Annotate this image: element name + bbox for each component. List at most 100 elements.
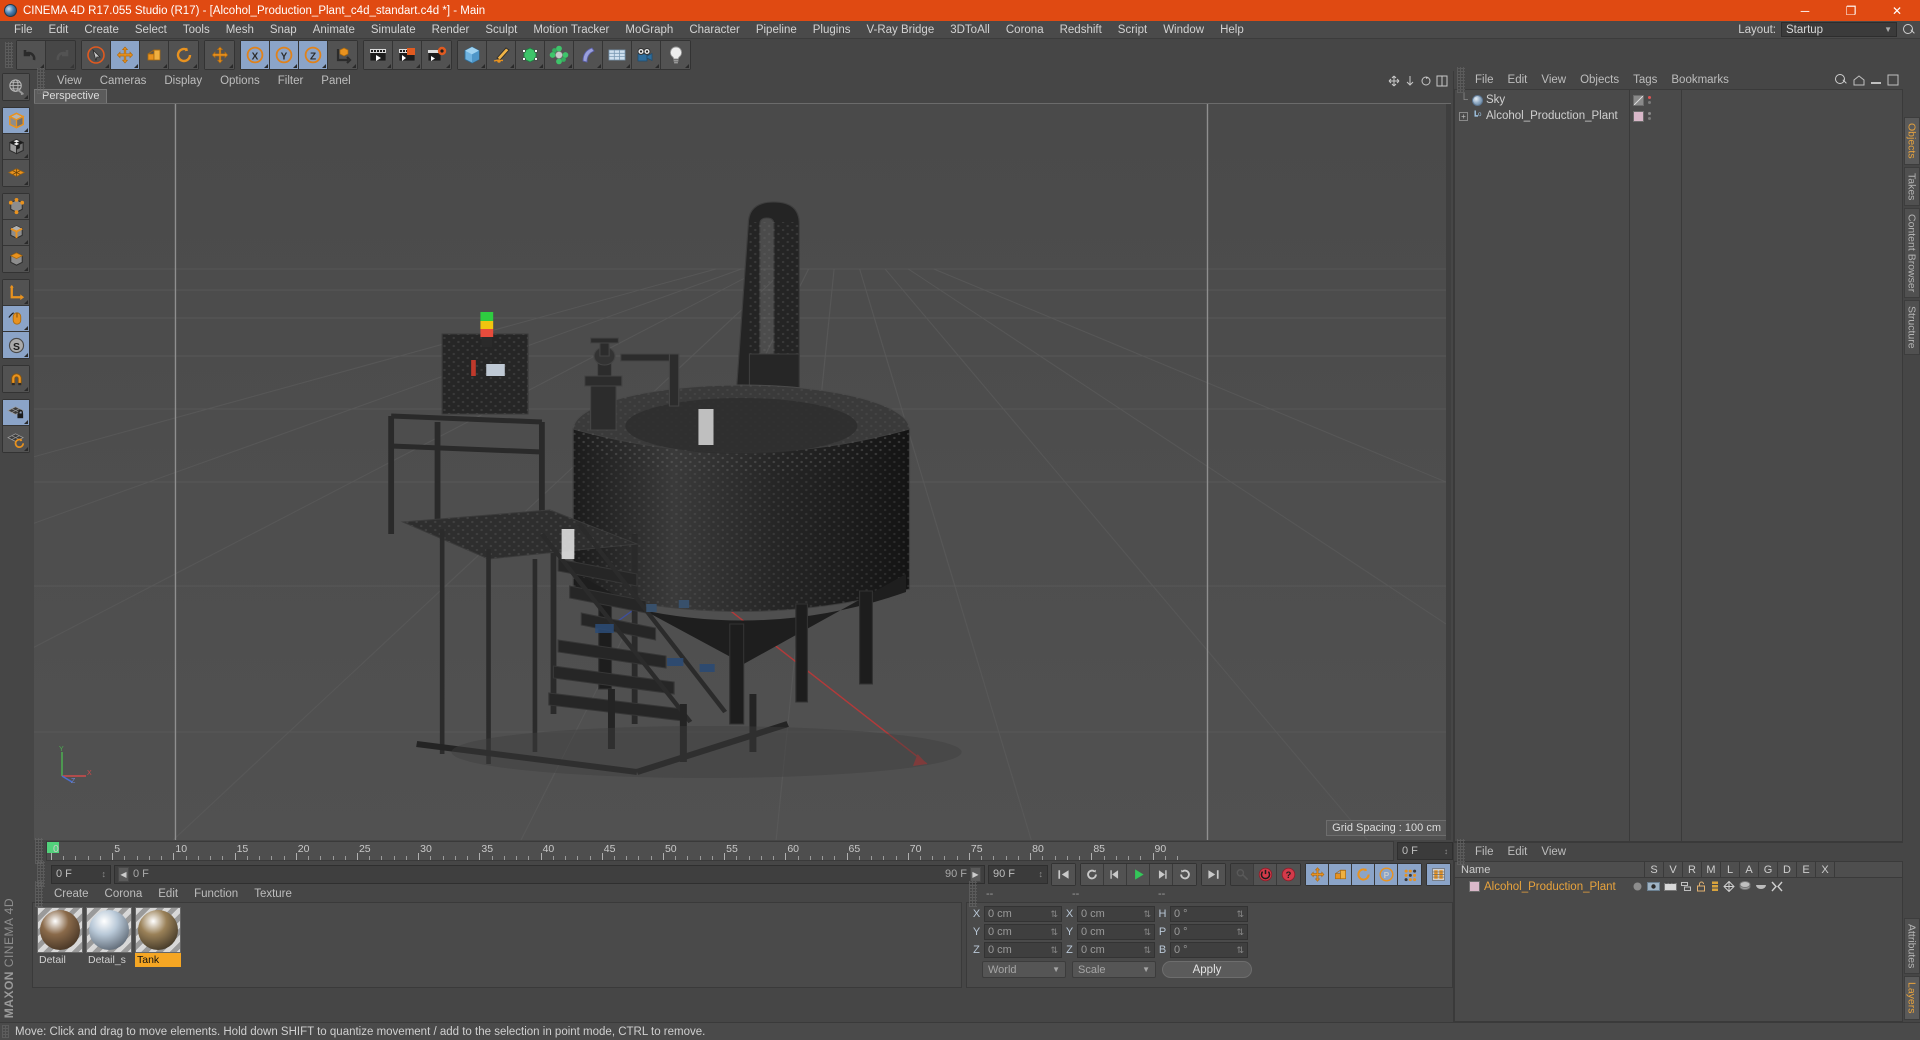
spinner-icon[interactable]: ↕ xyxy=(102,869,107,879)
menu-item-mograph[interactable]: MoGraph xyxy=(617,21,681,39)
menu-item-cameras[interactable]: Cameras xyxy=(91,73,156,89)
previous-frame-button[interactable] xyxy=(1104,863,1127,885)
menu-item-help[interactable]: Help xyxy=(1212,21,1252,39)
menu-item-create[interactable]: Create xyxy=(46,886,97,902)
coord-field-rotation-H[interactable]: 0 ° ⇅ xyxy=(1170,906,1248,922)
menu-item-view[interactable]: View xyxy=(1534,71,1573,89)
menu-item-tags[interactable]: Tags xyxy=(1626,71,1664,89)
maximize-button[interactable]: ❐ xyxy=(1828,0,1874,21)
timeline-ruler[interactable]: 0 5 10 15 20 25 30 35 40 45 50 55 60 65 70 75 80 85 90 xyxy=(46,841,1394,861)
spinner-icon[interactable]: ⇅ xyxy=(1050,945,1058,956)
coordinate-system-select[interactable]: World ▼ xyxy=(982,961,1066,978)
material-item[interactable]: Tank xyxy=(135,907,181,983)
material-name[interactable]: Detail_s xyxy=(86,953,132,967)
status-grip[interactable] xyxy=(2,1025,9,1038)
menu-item-edit[interactable]: Edit xyxy=(150,886,186,902)
coord-field-size-Y[interactable]: 0 cm ⇅ xyxy=(1077,924,1155,940)
menu-item-create[interactable]: Create xyxy=(76,21,127,39)
coord-field-rotation-P[interactable]: 0 ° ⇅ xyxy=(1170,924,1248,940)
scale-tool[interactable] xyxy=(140,41,169,69)
layer-row[interactable]: Alcohol_Production_Plant xyxy=(1455,878,1902,895)
coord-field-rotation-B[interactable]: 0 ° ⇅ xyxy=(1170,942,1248,958)
timeline-panel-button[interactable] xyxy=(1427,863,1450,885)
polygons-mode-button[interactable] xyxy=(3,246,29,272)
material-name[interactable]: Tank xyxy=(135,953,181,967)
menu-item-script[interactable]: Script xyxy=(1110,21,1155,39)
expression-icon[interactable] xyxy=(1755,881,1767,892)
menu-item-animate[interactable]: Animate xyxy=(305,21,363,39)
object-tag-row[interactable] xyxy=(1630,92,1681,108)
menu-item-texture[interactable]: Texture xyxy=(246,886,300,902)
spinner-icon[interactable]: ⇅ xyxy=(1236,909,1244,920)
model-mode-button[interactable] xyxy=(3,108,29,134)
vertical-tab-content-browser[interactable]: Content Browser xyxy=(1903,208,1920,299)
menu-item-bookmarks[interactable]: Bookmarks xyxy=(1664,71,1736,89)
search-icon[interactable] xyxy=(1902,23,1916,37)
menu-item-edit[interactable]: Edit xyxy=(41,21,77,39)
menu-item-plugins[interactable]: Plugins xyxy=(805,21,859,39)
array-button[interactable] xyxy=(545,41,574,69)
move-duplicate-tool[interactable] xyxy=(205,41,234,69)
range-end-handle[interactable]: ▶ xyxy=(970,866,981,882)
spinner-icon[interactable]: ⇅ xyxy=(1143,909,1151,920)
vertical-tab-takes[interactable]: Takes xyxy=(1903,166,1920,207)
menu-item-simulate[interactable]: Simulate xyxy=(363,21,424,39)
material-grip[interactable] xyxy=(35,881,43,907)
menu-item-file[interactable]: File xyxy=(1468,71,1501,89)
menu-item-objects[interactable]: Objects xyxy=(1573,71,1626,89)
play-forward-button[interactable] xyxy=(1127,863,1150,885)
render-view-button[interactable] xyxy=(364,41,393,69)
viewport-vertical-scrollbar[interactable] xyxy=(1446,104,1451,840)
menu-item-sculpt[interactable]: Sculpt xyxy=(477,21,525,39)
play-backwards-button[interactable] xyxy=(1081,863,1104,885)
material-thumbnail[interactable] xyxy=(37,907,83,953)
vertical-tab-objects[interactable]: Objects xyxy=(1903,117,1920,165)
spinner-icon[interactable]: ⇅ xyxy=(1143,927,1151,938)
spline-pen-button[interactable] xyxy=(487,41,516,69)
menu-item-3dtoall[interactable]: 3DToAll xyxy=(942,21,998,39)
spinner-icon[interactable]: ⇅ xyxy=(1143,945,1151,956)
deformer-button[interactable] xyxy=(574,41,603,69)
render-region-button[interactable] xyxy=(393,41,422,69)
coord-field-position-X[interactable]: 0 cm ⇅ xyxy=(984,906,1062,922)
menu-item-view[interactable]: View xyxy=(48,73,91,89)
null-object-icon[interactable]: ┗⁰ xyxy=(1471,111,1483,122)
menu-item-edit[interactable]: Edit xyxy=(1501,71,1535,89)
enable-axis-button[interactable] xyxy=(3,306,29,332)
next-frame-button[interactable] xyxy=(1150,863,1173,885)
material-item[interactable]: Detail_s xyxy=(86,907,132,983)
maximize-panel-icon[interactable] xyxy=(1887,74,1899,86)
scale-key-button[interactable] xyxy=(1329,863,1352,885)
rotate-view-icon[interactable] xyxy=(1420,75,1432,87)
zoom-view-icon[interactable] xyxy=(1404,75,1416,87)
viewport-3d[interactable]: Y X Z Grid Spacing : 100 cm xyxy=(34,104,1451,840)
object-tag-swatch[interactable] xyxy=(1633,94,1644,106)
vertical-tab-layers[interactable]: Layers xyxy=(1903,976,1920,1020)
object-manager-empty-area[interactable] xyxy=(1682,90,1902,841)
layer-manager-grip[interactable] xyxy=(1457,839,1465,865)
x-axis-lock[interactable]: X xyxy=(241,41,270,69)
panel-grip[interactable] xyxy=(37,68,45,94)
play-loop-button[interactable] xyxy=(1173,863,1196,885)
vertical-tab-structure[interactable]: Structure xyxy=(1903,300,1920,355)
close-button[interactable]: ✕ xyxy=(1874,0,1920,21)
coord-field-size-Z[interactable]: 0 cm ⇅ xyxy=(1077,942,1155,958)
record-active-objects-button[interactable] xyxy=(1231,863,1254,885)
render-icon[interactable] xyxy=(1663,881,1677,892)
menu-item-panel[interactable]: Panel xyxy=(312,73,359,89)
points-mode-button[interactable] xyxy=(3,194,29,220)
solo-icon[interactable] xyxy=(1632,881,1643,892)
world-object-coordinate[interactable] xyxy=(328,41,357,69)
layer-manager-body[interactable]: Name S V R M L A G D E X Alcohol_Production_Plant xyxy=(1454,861,1903,1022)
object-tree[interactable]: └ Sky + ┗⁰ Alcohol_Production_Plant xyxy=(1455,90,1630,841)
menu-item-function[interactable]: Function xyxy=(186,886,246,902)
object-axis-mode-button[interactable] xyxy=(3,280,29,306)
xref-icon[interactable] xyxy=(1771,881,1783,892)
coord-field-position-Y[interactable]: 0 cm ⇅ xyxy=(984,924,1062,940)
go-to-end-button[interactable] xyxy=(1202,863,1225,885)
tab-perspective[interactable]: Perspective xyxy=(34,89,108,103)
menu-item-tools[interactable]: Tools xyxy=(175,21,218,39)
start-frame-field[interactable]: 0 F ↕ xyxy=(51,864,111,884)
expand-toggle[interactable]: + xyxy=(1459,111,1468,121)
rotation-key-button[interactable] xyxy=(1352,863,1375,885)
